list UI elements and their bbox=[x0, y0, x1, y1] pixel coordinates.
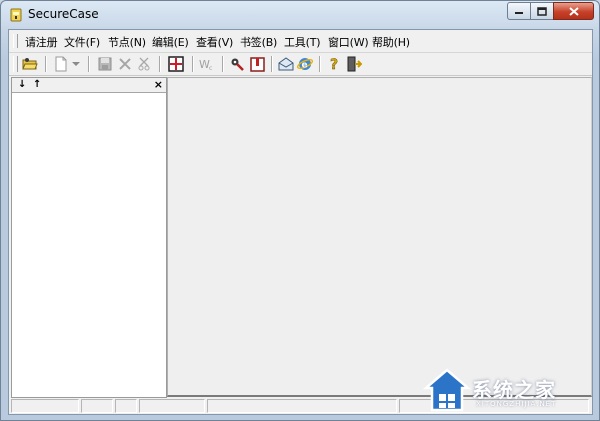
table-icon bbox=[168, 56, 184, 72]
toolbar-separator bbox=[271, 56, 273, 72]
bookmark-icon bbox=[249, 56, 265, 72]
watermark-subtext: XITONGZHIJIA.NET bbox=[476, 400, 557, 408]
email-button[interactable] bbox=[277, 55, 295, 73]
toolbar-separator bbox=[222, 56, 224, 72]
help-button[interactable]: ? bbox=[326, 55, 344, 73]
email-icon bbox=[278, 57, 294, 71]
toolbar-separator bbox=[45, 56, 47, 72]
title-bar[interactable]: SecureCase bbox=[1, 1, 599, 29]
new-document-button[interactable] bbox=[52, 55, 70, 73]
menu-bar: 请注册 文件(F) 节点(N) 编辑(E) 查看(V) 书签(B) 工具(T) … bbox=[9, 30, 592, 53]
exit-icon bbox=[347, 56, 362, 72]
menu-node[interactable]: 节点(N) bbox=[108, 34, 146, 50]
menu-bookmark[interactable]: 书签(B) bbox=[240, 34, 277, 50]
delete-icon bbox=[119, 58, 131, 70]
app-window: SecureCase 请注册 文件(F) 节点(N) 编辑(E) 查看(V) 书… bbox=[0, 0, 600, 421]
status-cell bbox=[81, 399, 113, 413]
window-title: SecureCase bbox=[28, 7, 99, 21]
save-icon bbox=[98, 57, 112, 71]
word-count-icon: Wc bbox=[199, 58, 212, 71]
content-area[interactable] bbox=[167, 77, 592, 397]
toolbar-separator bbox=[88, 56, 90, 72]
tools-button[interactable] bbox=[228, 55, 246, 73]
toolbar-separator bbox=[192, 56, 194, 72]
close-button[interactable] bbox=[553, 2, 594, 20]
save-button[interactable] bbox=[96, 55, 114, 73]
pane-header: ↓ ↑ × bbox=[12, 78, 166, 93]
insert-table-button[interactable] bbox=[167, 55, 185, 73]
toolbar-separator bbox=[319, 56, 321, 72]
move-down-arrow-icon[interactable]: ↓ bbox=[18, 78, 26, 92]
internet-explorer-button[interactable]: e bbox=[296, 55, 314, 73]
svg-text:e: e bbox=[302, 61, 308, 71]
minimize-button[interactable] bbox=[507, 2, 531, 20]
cut-button[interactable] bbox=[135, 55, 153, 73]
delete-button[interactable] bbox=[116, 55, 134, 73]
menu-register[interactable]: 请注册 bbox=[25, 34, 58, 50]
new-document-dropdown[interactable] bbox=[70, 55, 82, 73]
maximize-button[interactable] bbox=[530, 2, 554, 20]
move-up-arrow-icon[interactable]: ↑ bbox=[33, 78, 41, 92]
word-count-button[interactable]: Wc bbox=[198, 55, 216, 73]
cut-icon bbox=[138, 57, 150, 71]
open-folder-icon bbox=[22, 58, 38, 70]
help-icon: ? bbox=[330, 57, 339, 72]
new-document-icon bbox=[55, 56, 67, 72]
menu-help[interactable]: 帮助(H) bbox=[372, 34, 410, 50]
menu-file[interactable]: 文件(F) bbox=[64, 34, 100, 50]
svg-text:?: ? bbox=[330, 57, 338, 72]
close-icon bbox=[568, 6, 579, 16]
tools-icon bbox=[231, 58, 244, 71]
exit-button[interactable] bbox=[345, 55, 363, 73]
chevron-down-icon bbox=[72, 62, 80, 66]
menu-view[interactable]: 查看(V) bbox=[196, 34, 233, 50]
toolbar-separator bbox=[159, 56, 161, 72]
internet-explorer-icon: e bbox=[297, 58, 313, 71]
maximize-icon bbox=[537, 6, 547, 16]
client-area: 请注册 文件(F) 节点(N) 编辑(E) 查看(V) 书签(B) 工具(T) … bbox=[8, 29, 593, 415]
minimize-icon bbox=[515, 12, 523, 14]
menu-window[interactable]: 窗口(W) bbox=[328, 34, 369, 50]
bookmark-button[interactable] bbox=[248, 55, 266, 73]
status-cell bbox=[115, 399, 137, 413]
status-cell bbox=[139, 399, 205, 413]
watermark-house-icon bbox=[422, 368, 472, 412]
watermark-text: 系统之家 bbox=[472, 378, 556, 402]
toolbar: Wc e ? bbox=[9, 53, 592, 76]
app-icon bbox=[10, 8, 22, 22]
menu-edit[interactable]: 编辑(E) bbox=[152, 34, 189, 50]
node-tree-pane[interactable]: ↓ ↑ × bbox=[11, 77, 167, 398]
open-folder-button[interactable] bbox=[21, 55, 39, 73]
watermark: 系统之家 XITONGZHIJIA.NET bbox=[420, 364, 598, 419]
menu-tools[interactable]: 工具(T) bbox=[284, 34, 321, 50]
status-cell bbox=[207, 399, 397, 413]
pane-close-icon[interactable]: × bbox=[154, 78, 163, 92]
status-cell bbox=[11, 399, 79, 413]
svg-text:c: c bbox=[209, 65, 212, 71]
menu-grip[interactable] bbox=[13, 34, 18, 48]
toolbar-grip[interactable] bbox=[13, 56, 18, 72]
